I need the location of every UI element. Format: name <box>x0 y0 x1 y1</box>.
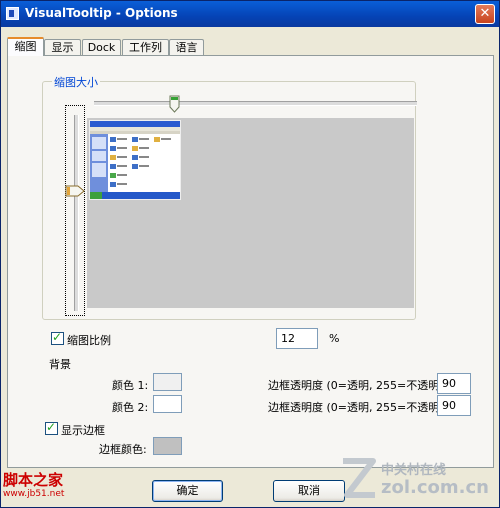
zol-logo-icon <box>343 458 376 498</box>
aspect-ratio-input[interactable]: 12 <box>276 328 318 349</box>
border-color-swatch[interactable] <box>153 437 182 455</box>
color1-swatch[interactable] <box>153 373 182 391</box>
background-heading: 背景 <box>49 358 71 371</box>
aspect-ratio-label: 缩图比例 <box>67 334 111 347</box>
watermark-jb51-url: www.jb51.net <box>3 489 65 499</box>
watermark-zol-url: zol.com.cn <box>381 477 489 498</box>
horizontal-slider-thumb[interactable] <box>169 95 180 113</box>
title-bar[interactable]: VisualTooltip - Options ✕ <box>1 1 499 27</box>
tab-language[interactable]: 语言 <box>169 39 204 55</box>
app-icon <box>6 7 19 20</box>
window-title: VisualTooltip - Options <box>25 6 178 20</box>
thumbnail-size-label: 缩图大小 <box>52 74 100 90</box>
horizontal-size-slider[interactable] <box>94 101 417 106</box>
ok-button[interactable]: 确定 <box>152 480 223 502</box>
vertical-size-slider[interactable] <box>74 115 79 311</box>
watermark-zol: 中关村在线 zol.com.cn <box>331 453 496 505</box>
close-button[interactable]: ✕ <box>475 4 495 24</box>
color2-swatch[interactable] <box>153 395 182 413</box>
tab-taskbar[interactable]: 工作列 <box>122 39 169 55</box>
explorer-window-thumbnail-image <box>90 121 180 199</box>
aspect-ratio-checkbox[interactable] <box>51 330 64 345</box>
tab-thumbnail[interactable]: 缩图 <box>7 37 44 56</box>
watermark-jb51-title: 脚本之家 <box>3 471 64 489</box>
tab-display[interactable]: 显示 <box>44 39 81 55</box>
show-border-label: 显示边框 <box>61 424 105 437</box>
aspect-ratio-unit: % <box>329 332 340 345</box>
tab-dock[interactable]: Dock <box>82 39 121 55</box>
opacity1-input[interactable]: 90 <box>437 373 471 394</box>
watermark-zol-title: 中关村在线 <box>381 463 447 478</box>
show-border-checkbox[interactable] <box>45 420 58 435</box>
vertical-slider-thumb[interactable] <box>65 185 85 197</box>
options-window: VisualTooltip - Options ✕ 缩图 显示 Dock 工作列… <box>0 0 500 508</box>
opacity2-input[interactable]: 90 <box>437 395 471 416</box>
color1-label: 颜色 1: <box>112 379 149 392</box>
window-thumbnail <box>89 120 181 200</box>
close-icon: ✕ <box>479 6 491 21</box>
color2-label: 颜色 2: <box>112 401 149 414</box>
opacity1-label: 边框透明度 (0=透明, 255=不透明): <box>268 379 448 392</box>
opacity2-label: 边框透明度 (0=透明, 255=不透明): <box>268 401 448 414</box>
border-color-label: 边框颜色: <box>99 443 147 456</box>
